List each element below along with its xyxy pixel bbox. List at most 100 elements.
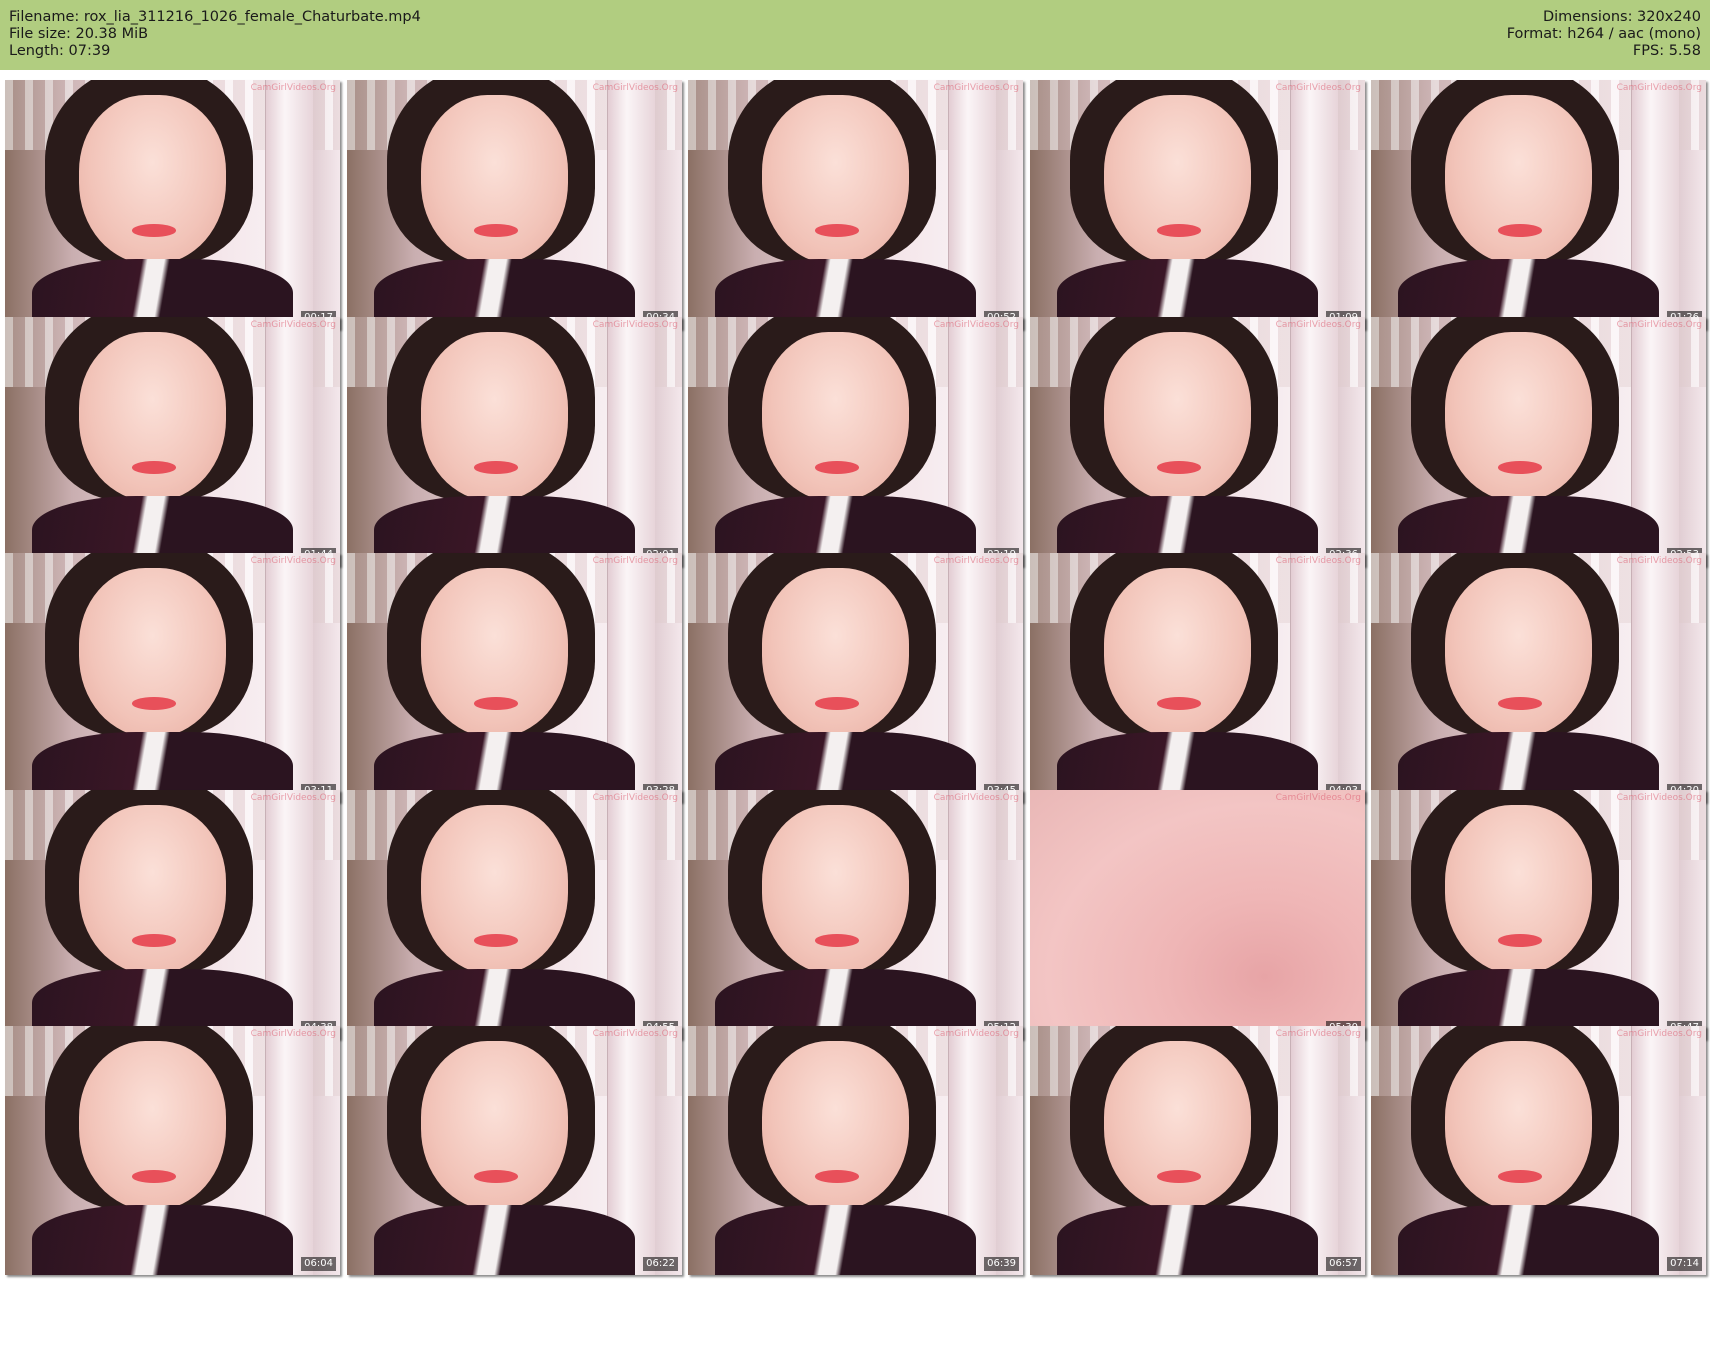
- format-text: Format: h264 / aac (mono): [1506, 26, 1701, 42]
- video-thumbnail[interactable]: CamGirlVideos.Org02:01: [347, 317, 682, 566]
- watermark-text: CamGirlVideos.Org: [250, 1029, 336, 1039]
- frame-lips: [132, 934, 176, 947]
- frame-lips: [474, 934, 518, 947]
- video-thumbnail[interactable]: CamGirlVideos.Org04:38: [5, 790, 340, 1039]
- watermark-text: CamGirlVideos.Org: [933, 1029, 1019, 1039]
- frame-face: [1103, 94, 1252, 265]
- video-thumbnail[interactable]: CamGirlVideos.Org02:36: [1030, 317, 1365, 566]
- frame-lips: [1157, 1170, 1201, 1183]
- video-thumbnail[interactable]: CamGirlVideos.Org01:44: [5, 317, 340, 566]
- video-thumbnail[interactable]: CamGirlVideos.Org05:12: [688, 790, 1023, 1039]
- frame-face: [78, 1040, 227, 1211]
- watermark-text: CamGirlVideos.Org: [592, 83, 678, 93]
- filename-text: Filename: rox_lia_311216_1026_female_Cha…: [9, 9, 421, 25]
- frame-lips: [1498, 697, 1542, 710]
- frame-lips: [1498, 934, 1542, 947]
- frame-face: [1103, 1040, 1252, 1211]
- watermark-text: CamGirlVideos.Org: [933, 320, 1019, 330]
- frame-face: [1103, 567, 1252, 738]
- timestamp-label: 06:22: [643, 1257, 678, 1271]
- frame-lips: [474, 1170, 518, 1183]
- watermark-text: CamGirlVideos.Org: [592, 556, 678, 566]
- frame-face: [1444, 94, 1593, 265]
- video-thumbnail[interactable]: CamGirlVideos.Org 06:39: [688, 1026, 1023, 1275]
- frame-face: [1444, 1040, 1593, 1211]
- frame-face: [761, 94, 910, 265]
- watermark-text: CamGirlVideos.Org: [1616, 83, 1702, 93]
- video-thumbnail[interactable]: CamGirlVideos.Org 07:14: [1371, 1026, 1706, 1275]
- info-header: Filename: rox_lia_311216_1026_female_Cha…: [0, 0, 1710, 70]
- watermark-text: CamGirlVideos.Org: [1275, 1029, 1361, 1039]
- frame-background: [1030, 790, 1365, 1039]
- fps-text: FPS: 5.58: [1632, 43, 1701, 59]
- watermark-text: CamGirlVideos.Org: [1275, 793, 1361, 803]
- video-thumbnail[interactable]: CamGirlVideos.Org05:30: [1030, 790, 1365, 1039]
- frame-lips: [132, 461, 176, 474]
- watermark-text: CamGirlVideos.Org: [933, 793, 1019, 803]
- video-thumbnail[interactable]: CamGirlVideos.Org01:09: [1030, 80, 1365, 329]
- video-thumbnail[interactable]: CamGirlVideos.Org00:17: [5, 80, 340, 329]
- timestamp-label: 07:14: [1667, 1257, 1702, 1271]
- watermark-text: CamGirlVideos.Org: [592, 1029, 678, 1039]
- watermark-text: CamGirlVideos.Org: [933, 556, 1019, 566]
- frame-lips: [815, 224, 859, 237]
- video-thumbnail[interactable]: CamGirlVideos.Org03:11: [5, 553, 340, 802]
- watermark-text: CamGirlVideos.Org: [1275, 83, 1361, 93]
- frame-lips: [474, 461, 518, 474]
- info-right: Dimensions: 320x240 Format: h264 / aac (…: [1507, 9, 1701, 60]
- frame-robe: [1056, 1205, 1319, 1275]
- watermark-text: CamGirlVideos.Org: [592, 320, 678, 330]
- video-thumbnail[interactable]: CamGirlVideos.Org04:20: [1371, 553, 1706, 802]
- frame-face: [420, 1040, 569, 1211]
- frame-face: [1444, 331, 1593, 502]
- frame-robe: [1397, 1205, 1660, 1275]
- frame-face: [420, 804, 569, 975]
- frame-face: [78, 567, 227, 738]
- frame-lips: [815, 934, 859, 947]
- video-thumbnail[interactable]: CamGirlVideos.Org00:34: [347, 80, 682, 329]
- frame-lips: [815, 697, 859, 710]
- frame-face: [1103, 331, 1252, 502]
- watermark-text: CamGirlVideos.Org: [933, 83, 1019, 93]
- video-thumbnail[interactable]: CamGirlVideos.Org05:47: [1371, 790, 1706, 1039]
- video-thumbnail[interactable]: CamGirlVideos.Org00:52: [688, 80, 1023, 329]
- dimensions-text: Dimensions: 320x240: [1542, 9, 1701, 25]
- frame-lips: [1157, 461, 1201, 474]
- timestamp-label: 06:39: [984, 1257, 1019, 1271]
- frame-lips: [474, 224, 518, 237]
- video-thumbnail[interactable]: CamGirlVideos.Org03:45: [688, 553, 1023, 802]
- frame-face: [761, 804, 910, 975]
- timestamp-label: 06:57: [1326, 1257, 1361, 1271]
- frame-face: [1444, 567, 1593, 738]
- watermark-text: CamGirlVideos.Org: [1616, 793, 1702, 803]
- watermark-text: CamGirlVideos.Org: [1616, 556, 1702, 566]
- frame-lips: [1498, 461, 1542, 474]
- frame-face: [1444, 804, 1593, 975]
- watermark-text: CamGirlVideos.Org: [592, 793, 678, 803]
- video-thumbnail[interactable]: CamGirlVideos.Org03:28: [347, 553, 682, 802]
- frame-robe: [714, 1205, 977, 1275]
- video-thumbnail[interactable]: CamGirlVideos.Org04:03: [1030, 553, 1365, 802]
- frame-face: [78, 804, 227, 975]
- video-thumbnail[interactable]: CamGirlVideos.Org04:55: [347, 790, 682, 1039]
- video-thumbnail[interactable]: CamGirlVideos.Org 06:57: [1030, 1026, 1365, 1275]
- watermark-text: CamGirlVideos.Org: [1275, 320, 1361, 330]
- frame-robe: [373, 1205, 636, 1275]
- video-thumbnail[interactable]: CamGirlVideos.Org01:26: [1371, 80, 1706, 329]
- video-thumbnail[interactable]: CamGirlVideos.Org02:19: [688, 317, 1023, 566]
- frame-lips: [1498, 224, 1542, 237]
- frame-face: [420, 94, 569, 265]
- filesize-text: File size: 20.38 MiB: [9, 26, 149, 42]
- video-thumbnail[interactable]: CamGirlVideos.Org 06:22: [347, 1026, 682, 1275]
- frame-face: [761, 567, 910, 738]
- video-thumbnail[interactable]: CamGirlVideos.Org02:53: [1371, 317, 1706, 566]
- video-thumbnail[interactable]: CamGirlVideos.Org 06:04: [5, 1026, 340, 1275]
- frame-robe: [31, 1205, 294, 1275]
- watermark-text: CamGirlVideos.Org: [250, 793, 336, 803]
- length-text: Length: 07:39: [9, 43, 111, 59]
- frame-face: [761, 1040, 910, 1211]
- frame-lips: [1498, 1170, 1542, 1183]
- watermark-text: CamGirlVideos.Org: [250, 320, 336, 330]
- frame-face: [761, 331, 910, 502]
- watermark-text: CamGirlVideos.Org: [250, 556, 336, 566]
